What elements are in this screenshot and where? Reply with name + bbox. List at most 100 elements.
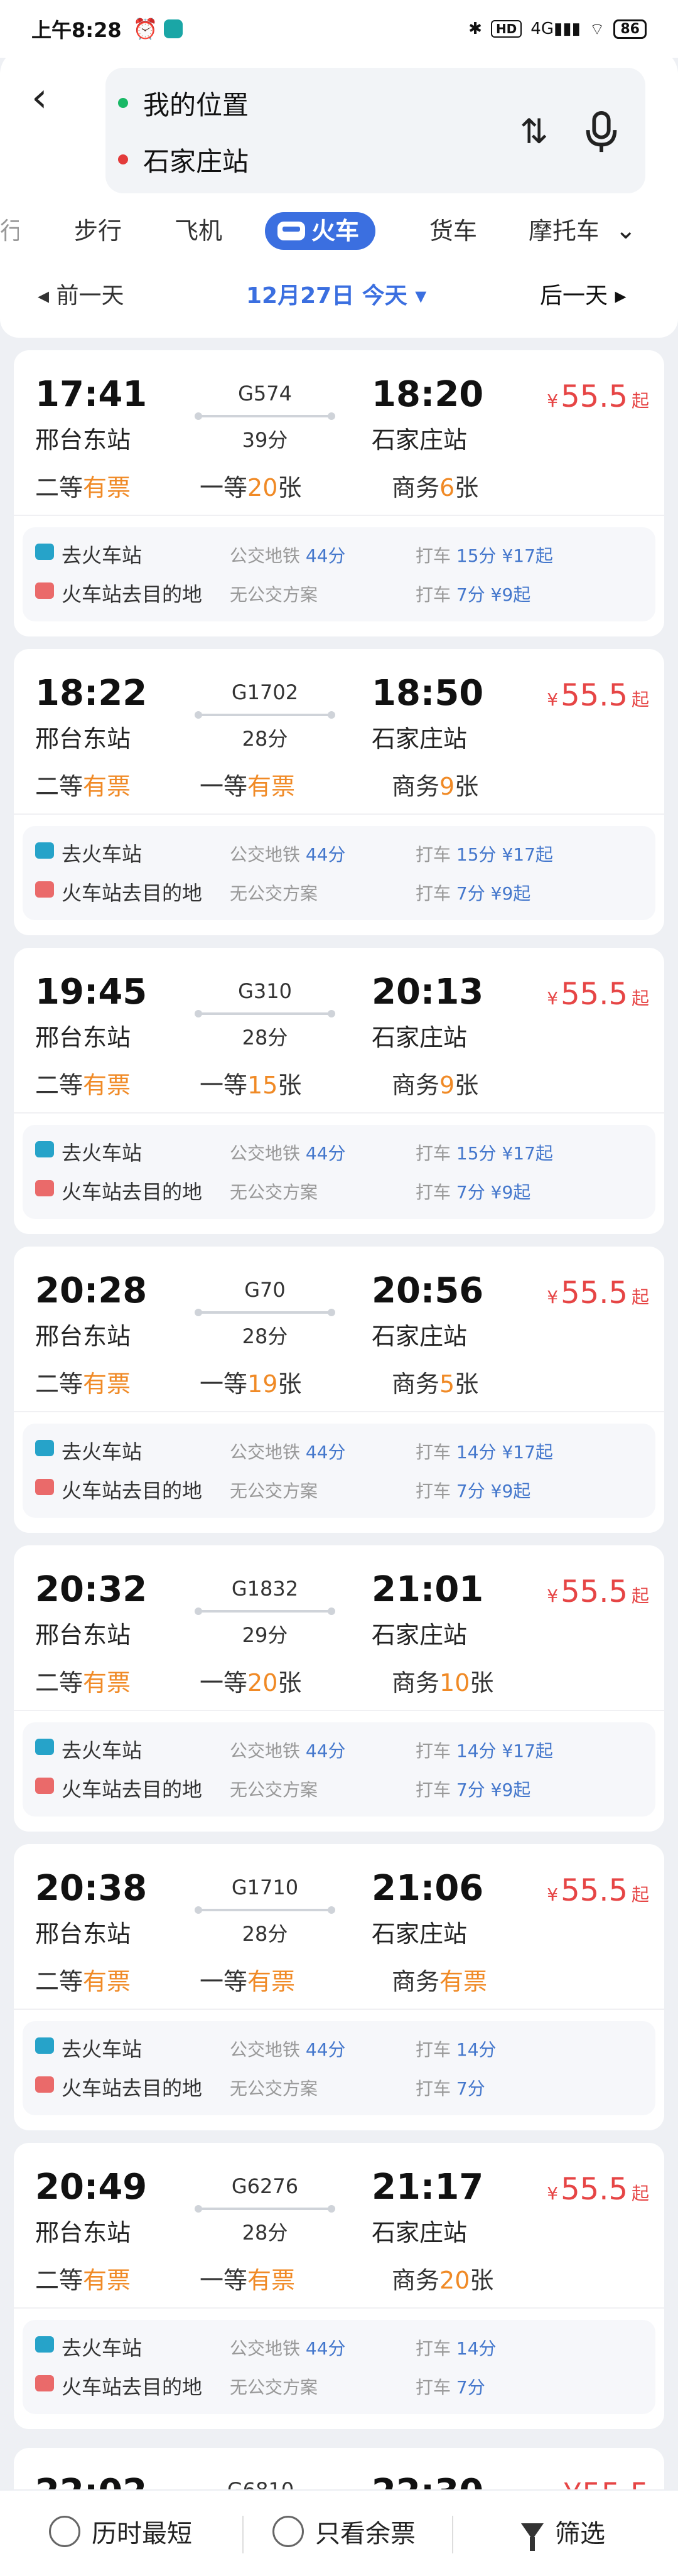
car-icon (35, 582, 54, 599)
price: ¥55.5 起 (547, 977, 649, 1012)
car-icon (35, 881, 54, 898)
transfer-info: 去火车站 公交地铁 44分 打车 15分 ¥17起 火车站去目的地 无公交方案 … (23, 826, 655, 920)
to-station-row[interactable]: 去火车站 公交地铁 44分 打车 14分 (23, 2029, 655, 2066)
car-icon (35, 2375, 54, 2391)
tab-train-label: 火车 (311, 217, 360, 245)
transit-option: 公交地铁 44分 (230, 2039, 346, 2060)
seat-second-class: 二等有票 (35, 2267, 131, 2294)
train-card[interactable]: 19:45 邢台东站 G310 28分 20:13 石家庄站 ¥55.5 起 二等… (14, 948, 664, 1234)
train-number: G70 (244, 1278, 286, 1302)
prev-day-button[interactable]: ◂ 前一天 (38, 277, 124, 310)
from-station-row[interactable]: 火车站去目的地 无公交方案 打车 7分 ¥9起 (23, 1171, 655, 1209)
filter-button[interactable]: 筛选 (521, 2513, 605, 2551)
car-icon (35, 2076, 54, 2093)
price: ¥55.5 起 (547, 1275, 649, 1311)
to-station-label: 去火车站 (62, 2336, 143, 2360)
seat-first-class: 一等20张 (200, 1669, 302, 1697)
swap-vertical-icon[interactable]: ⇅ (520, 112, 548, 151)
car-icon (35, 2336, 54, 2353)
departure-time: 20:32 (35, 1569, 148, 1610)
tab-truck[interactable]: 货车 (429, 212, 477, 250)
tab-walk-partial[interactable]: 行 (0, 212, 19, 250)
to-station-row[interactable]: 去火车站 公交地铁 44分 打车 15分 ¥17起 (23, 1132, 655, 1170)
seat-second-class: 二等有票 (35, 1370, 131, 1398)
train-card[interactable]: 20:49 邢台东站 G6276 28分 21:17 石家庄站 ¥55.5 起 二… (14, 2143, 664, 2429)
divider (14, 1411, 664, 1412)
seat-business-class: 商务有票 (392, 1968, 488, 1995)
transit-option: 无公交方案 (230, 1182, 318, 1203)
train-number: G6276 (231, 2174, 299, 2198)
to-station-row[interactable]: 去火车站 公交地铁 44分 打车 14分 ¥17起 (23, 1730, 655, 1768)
taxi-option: 打车 7分 ¥9起 (416, 1182, 531, 1203)
car-icon (35, 1180, 54, 1196)
transit-option: 公交地铁 44分 (230, 1741, 346, 1761)
to-station-label: 去火车站 (62, 1739, 143, 1763)
seat-first-class: 一等有票 (200, 773, 296, 800)
from-station-label: 火车站去目的地 (62, 1180, 203, 1204)
departure-station: 邢台东站 (35, 1323, 131, 1350)
to-station-row[interactable]: 去火车站 公交地铁 44分 打车 15分 ¥17起 (23, 834, 655, 871)
from-station-row[interactable]: 火车站去目的地 无公交方案 打车 7分 (23, 2068, 655, 2105)
destination-field[interactable]: 石家庄站 (118, 141, 249, 178)
arrival-station: 石家庄站 (372, 1323, 468, 1350)
train-card[interactable]: 17:41 邢台东站 G574 39分 18:20 石家庄站 ¥55.5 起 二等… (14, 350, 664, 636)
arrival-station: 石家庄站 (372, 1621, 468, 1649)
shortest-duration-toggle[interactable]: 历时最短 (49, 2513, 192, 2550)
route-line (195, 1607, 335, 1615)
back-arrow-icon[interactable]: ‹ (31, 73, 69, 123)
arrival-station: 石家庄站 (372, 725, 468, 753)
tab-flight[interactable]: 飞机 (175, 212, 222, 250)
taxi-option: 打车 15分 ¥17起 (416, 545, 553, 566)
arrival-time: 18:20 (372, 374, 484, 415)
departure-station: 邢台东站 (35, 725, 131, 753)
date-picker[interactable]: 12月27日 今天 ▾ (246, 277, 426, 310)
from-station-row[interactable]: 火车站去目的地 无公交方案 打车 7分 ¥9起 (23, 574, 655, 611)
route-line (195, 412, 335, 420)
from-station-row[interactable]: 火车站去目的地 无公交方案 打车 7分 ¥9起 (23, 1769, 655, 1806)
battery-icon: 86 (613, 19, 647, 39)
seat-second-class: 二等有票 (35, 1071, 131, 1099)
tab-motorcycle[interactable]: 摩托车 (529, 212, 598, 250)
from-station-row[interactable]: 火车站去目的地 无公交方案 打车 7分 ¥9起 (23, 1470, 655, 1508)
tab-walk[interactable]: 步行 (74, 212, 122, 250)
microphone-icon[interactable] (583, 110, 620, 154)
radio-icon (272, 2516, 304, 2547)
from-station-label: 火车站去目的地 (62, 1479, 203, 1503)
status-time: 上午8:28 (31, 18, 122, 42)
car-icon (35, 842, 54, 859)
to-station-row[interactable]: 去火车站 公交地铁 44分 打车 14分 (23, 2327, 655, 2365)
transit-option: 公交地铁 44分 (230, 844, 346, 865)
date-bar: ◂ 前一天 12月27日 今天 ▾ 后一天 ▸ (0, 269, 678, 319)
from-station-row[interactable]: 火车站去目的地 无公交方案 打车 7分 (23, 2366, 655, 2404)
next-day-button[interactable]: 后一天 ▸ (540, 277, 627, 310)
train-card[interactable]: 20:28 邢台东站 G70 28分 20:56 石家庄站 ¥55.5 起 二等有… (14, 1247, 664, 1533)
chevron-down-icon[interactable]: ⌄ (615, 216, 637, 245)
from-station-label: 火车站去目的地 (62, 2076, 203, 2100)
divider (14, 1710, 664, 1711)
to-station-row[interactable]: 去火车站 公交地铁 44分 打车 14分 ¥17起 (23, 1431, 655, 1469)
seat-second-class: 二等有票 (35, 474, 131, 502)
to-station-row[interactable]: 去火车站 公交地铁 44分 打车 15分 ¥17起 (23, 535, 655, 572)
departure-station: 邢台东站 (35, 2219, 131, 2246)
departure-station: 邢台东站 (35, 426, 131, 454)
tab-train[interactable]: 火车 (265, 212, 376, 250)
price: ¥55.5 起 (547, 678, 649, 713)
from-station-row[interactable]: 火车站去目的地 无公交方案 打车 7分 ¥9起 (23, 872, 655, 910)
departure-station: 邢台东站 (35, 1920, 131, 1948)
origin-field[interactable]: 我的位置 (118, 84, 249, 122)
transfer-info: 去火车站 公交地铁 44分 打车 15分 ¥17起 火车站去目的地 无公交方案 … (23, 1125, 655, 1219)
seat-first-class: 一等有票 (200, 2267, 296, 2294)
train-card[interactable]: 20:38 邢台东站 G1710 28分 21:06 石家庄站 ¥55.5 起 二… (14, 1844, 664, 2130)
to-station-label: 去火车站 (62, 1440, 143, 1464)
taxi-option: 打车 15分 ¥17起 (416, 844, 553, 865)
train-card[interactable]: 18:22 邢台东站 G1702 28分 18:50 石家庄站 ¥55.5 起 二… (14, 649, 664, 935)
transfer-info: 去火车站 公交地铁 44分 打车 15分 ¥17起 火车站去目的地 无公交方案 … (23, 527, 655, 621)
taxi-option: 打车 7分 (416, 2078, 485, 2099)
transit-option: 无公交方案 (230, 2377, 318, 2398)
only-remaining-toggle[interactable]: 只看余票 (272, 2513, 416, 2550)
divider (242, 2516, 244, 2553)
arrival-station: 石家庄站 (372, 1024, 468, 1051)
to-station-label: 去火车站 (62, 1141, 143, 1165)
train-card[interactable]: 20:32 邢台东站 G1832 29分 21:01 石家庄站 ¥55.5 起 二… (14, 1545, 664, 1832)
departure-time: 20:49 (35, 2167, 148, 2208)
